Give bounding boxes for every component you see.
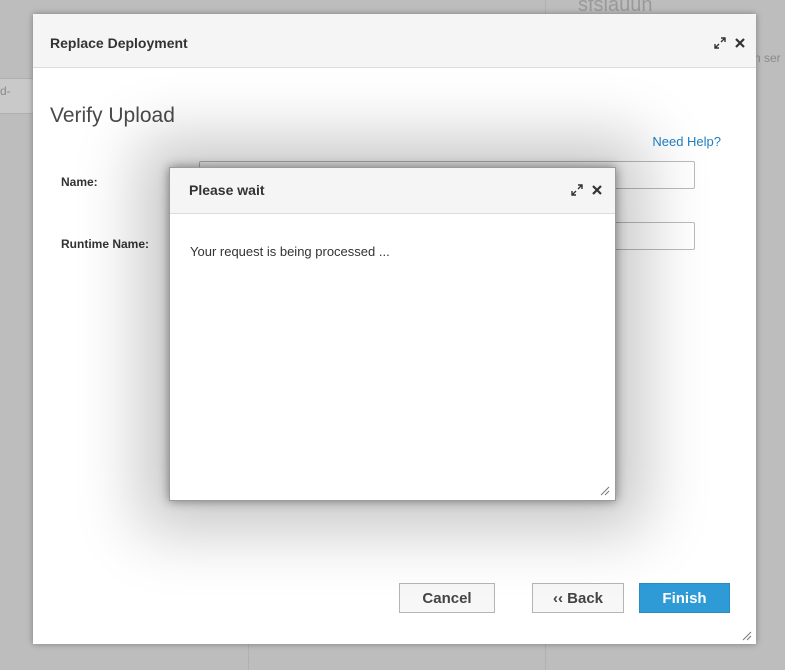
modal-header-controls: [571, 183, 603, 196]
dialog-title: Replace Deployment: [50, 35, 188, 51]
background-divider: [545, 0, 546, 14]
processing-message: Your request is being processed ...: [190, 244, 390, 259]
resize-grip-icon[interactable]: [598, 483, 610, 496]
background-divider: [545, 644, 546, 670]
modal-title: Please wait: [189, 182, 265, 198]
background-text-fragment-left: d-: [0, 84, 11, 98]
dialog-header[interactable]: Replace Deployment: [33, 14, 756, 68]
close-icon[interactable]: [591, 183, 603, 195]
back-button[interactable]: ‹‹ Back: [532, 583, 624, 613]
cancel-button[interactable]: Cancel: [399, 583, 495, 613]
background-text-fragment-top: sfsiauun: [578, 0, 653, 12]
need-help-link[interactable]: Need Help?: [652, 134, 721, 149]
finish-button[interactable]: Finish: [639, 583, 730, 613]
expand-icon[interactable]: [714, 36, 726, 49]
name-label: Name:: [61, 175, 98, 189]
dialog-header-controls: [714, 36, 746, 49]
close-icon[interactable]: [734, 36, 746, 48]
verify-upload-heading: Verify Upload: [50, 104, 175, 127]
background-text-fragment-right: n ser: [754, 51, 781, 65]
runtime-name-label: Runtime Name:: [61, 237, 150, 251]
please-wait-modal: Please wait Your request is being proces…: [169, 167, 616, 501]
modal-header[interactable]: Please wait: [170, 168, 615, 214]
background-divider: [248, 644, 249, 670]
resize-grip-icon[interactable]: [740, 628, 752, 641]
expand-icon[interactable]: [571, 183, 583, 196]
